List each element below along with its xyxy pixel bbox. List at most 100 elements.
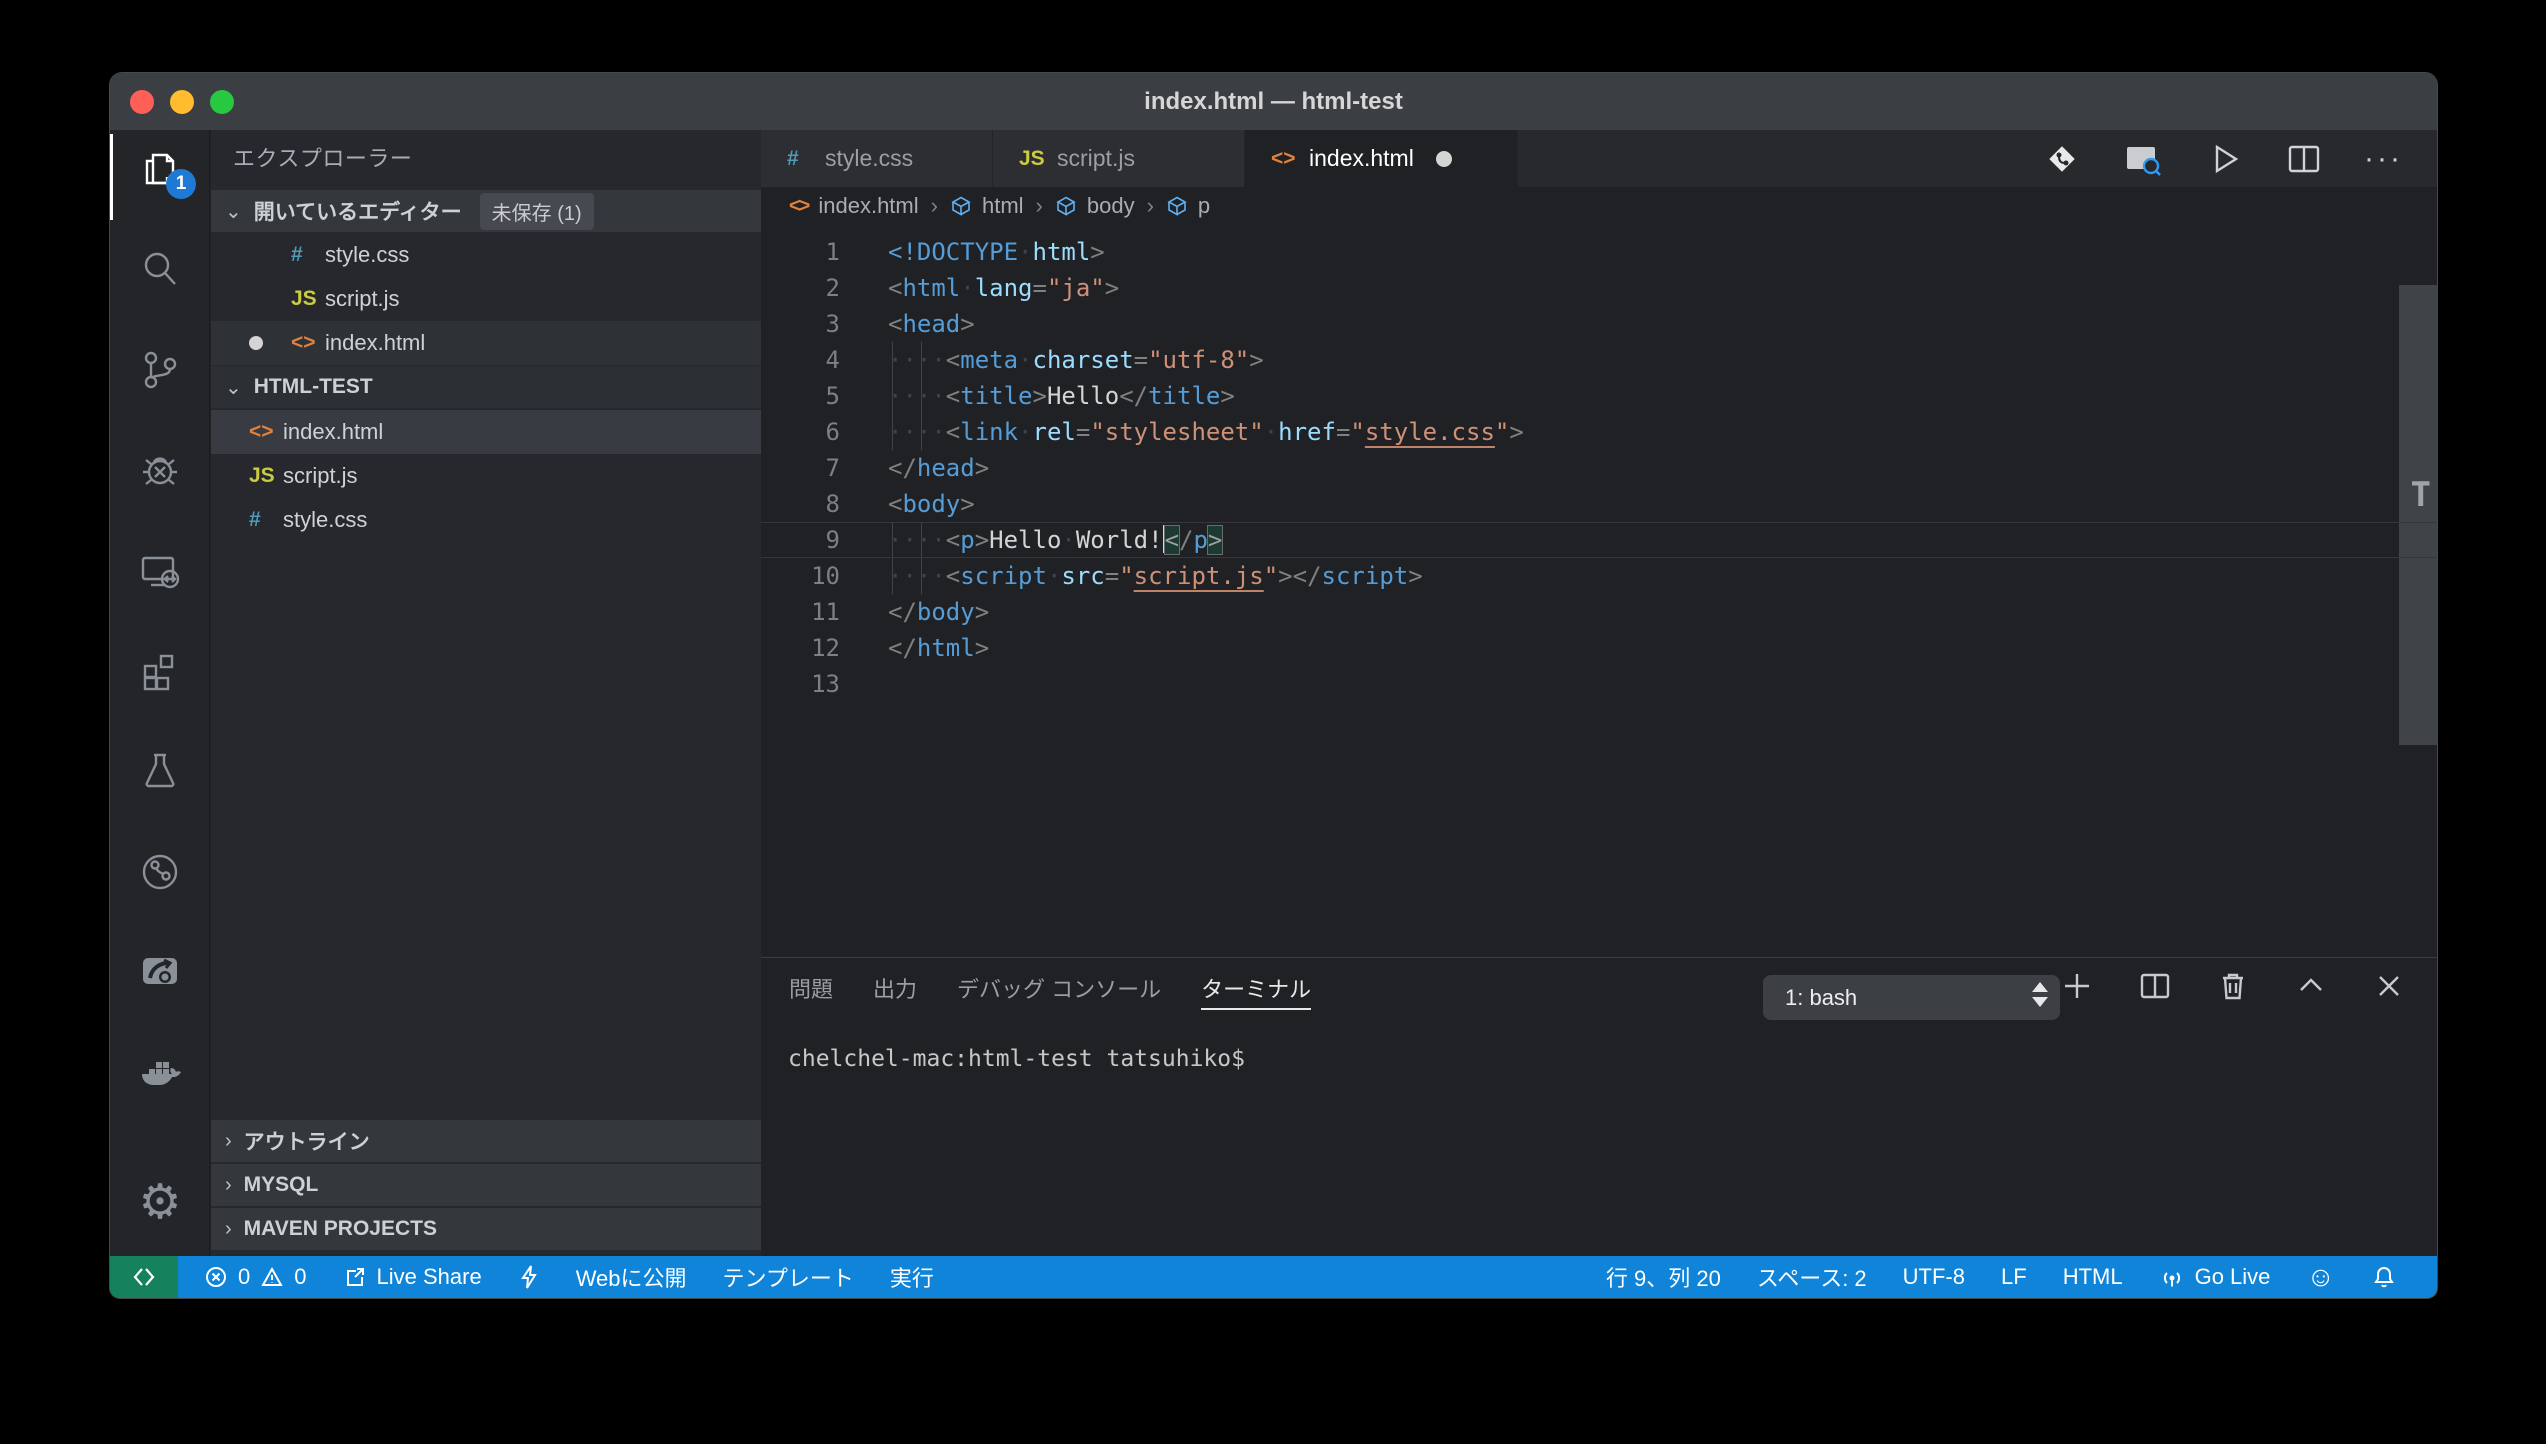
vscode-window: index.html — html-test 1 xyxy=(110,73,2437,1298)
problems-status[interactable]: 0 0 xyxy=(204,1264,307,1290)
breadcrumb-file[interactable]: <> index.html xyxy=(789,193,919,219)
chevron-down-icon: ⌄ xyxy=(225,199,242,224)
modified-dot-icon xyxy=(249,336,263,350)
panel-tab-problems[interactable]: 問題 xyxy=(789,958,833,1018)
terminal-output[interactable]: chelchel-mac:html-test tatsuhiko$ xyxy=(788,1046,1245,1072)
notifications-bell-icon[interactable] xyxy=(2371,1264,2397,1290)
search-icon[interactable] xyxy=(110,226,210,314)
file-item-index-html[interactable]: <> index.html xyxy=(211,410,761,454)
code-editor[interactable]: T 1<!DOCTYPE·html> 2<html·lang="ja"> 3<h… xyxy=(761,225,2437,905)
modified-dot-icon[interactable] xyxy=(1436,151,1452,167)
chevron-right-icon: › xyxy=(1036,193,1043,219)
cursor-position-status[interactable]: 行 9、列 20 xyxy=(1606,1261,1721,1293)
run-icon[interactable] xyxy=(2204,139,2244,179)
js-file-icon: JS xyxy=(1019,147,1057,171)
share-icon xyxy=(343,1265,367,1289)
css-file-icon: # xyxy=(787,147,825,171)
panel-actions xyxy=(2059,958,2407,1018)
css-file-icon: # xyxy=(291,243,325,267)
open-editor-item-style-css[interactable]: # style.css xyxy=(211,233,761,277)
source-control-icon[interactable] xyxy=(110,326,210,414)
live-share-status[interactable]: Live Share xyxy=(343,1264,482,1290)
js-file-icon: JS xyxy=(249,464,283,488)
folder-section-header[interactable]: ⌄ HTML-TEST xyxy=(211,366,761,408)
broadcast-icon xyxy=(2159,1264,2185,1290)
split-terminal-icon[interactable] xyxy=(2137,968,2173,1009)
select-stepper-icon xyxy=(2032,982,2048,1007)
run-status[interactable]: 実行 xyxy=(890,1261,934,1293)
publish-web-status[interactable]: Webに公開 xyxy=(576,1261,687,1293)
warning-icon xyxy=(260,1265,284,1289)
indentation-status[interactable]: スペース: 2 xyxy=(1757,1261,1867,1293)
maven-projects-section-header[interactable]: › MAVEN PROJECTS xyxy=(211,1208,761,1250)
activity-bar: 1 xyxy=(110,130,210,1256)
lightning-status[interactable] xyxy=(518,1264,540,1290)
panel-tab-bar: 問題 出力 デバッグ コンソール ターミナル xyxy=(789,958,1311,1018)
breadcrumb-html[interactable]: html xyxy=(950,193,1024,219)
tab-style-css[interactable]: # style.css xyxy=(761,130,993,187)
editor-actions: ··· xyxy=(2042,130,2437,187)
symbol-cube-icon xyxy=(1055,195,1077,217)
gitlens-icon[interactable] xyxy=(110,828,210,916)
close-window-button[interactable] xyxy=(130,90,154,114)
outline-section-header[interactable]: › アウトライン xyxy=(211,1120,761,1162)
explorer-sidebar: エクスプローラー ⌄ 開いているエディター 未保存 (1) # style.cs… xyxy=(211,130,761,1256)
open-editors-section-header[interactable]: ⌄ 開いているエディター 未保存 (1) xyxy=(211,190,761,232)
chevron-right-icon: › xyxy=(225,1218,232,1241)
kill-terminal-icon[interactable] xyxy=(2215,968,2251,1009)
breadcrumb-body[interactable]: body xyxy=(1055,193,1135,219)
css-file-icon: # xyxy=(249,508,283,532)
extensions-icon[interactable] xyxy=(110,628,210,716)
panel-tab-debug-console[interactable]: デバッグ コンソール xyxy=(957,958,1161,1018)
file-item-style-css[interactable]: # style.css xyxy=(211,498,761,542)
open-editor-item-index-html[interactable]: <> index.html xyxy=(211,321,761,365)
explorer-title: エクスプローラー xyxy=(233,130,412,184)
live-share-icon[interactable] xyxy=(110,927,210,1015)
chevron-right-icon: › xyxy=(225,1130,232,1153)
tab-script-js[interactable]: JS script.js xyxy=(993,130,1245,187)
settings-gear-icon[interactable]: ⚙ xyxy=(110,1159,210,1247)
maximize-panel-icon[interactable] xyxy=(2293,968,2329,1009)
eol-status[interactable]: LF xyxy=(2001,1264,2027,1290)
symbol-cube-icon xyxy=(1166,195,1188,217)
panel-tab-output[interactable]: 出力 xyxy=(873,958,917,1018)
breadcrumb-p[interactable]: p xyxy=(1166,193,1210,219)
remote-icon xyxy=(131,1264,157,1290)
language-mode-status[interactable]: HTML xyxy=(2063,1264,2123,1290)
panel-tab-terminal[interactable]: ターミナル xyxy=(1201,958,1311,1018)
git-compare-icon[interactable] xyxy=(2042,139,2082,179)
remote-indicator[interactable] xyxy=(110,1256,178,1298)
explorer-badge: 1 xyxy=(166,169,196,199)
symbol-cube-icon xyxy=(950,195,972,217)
terminal-select[interactable]: 1: bash xyxy=(1763,975,2060,1020)
testing-beaker-icon[interactable] xyxy=(110,727,210,815)
status-bar: 0 0 Live Share Webに公開 テンプレート 実行 行 9、列 20… xyxy=(110,1256,2437,1298)
open-editor-item-script-js[interactable]: JS script.js xyxy=(211,277,761,321)
docker-icon[interactable] xyxy=(110,1026,210,1114)
bell-icon xyxy=(2371,1264,2397,1290)
new-terminal-icon[interactable] xyxy=(2059,968,2095,1009)
html-file-icon: <> xyxy=(291,331,325,355)
close-panel-icon[interactable] xyxy=(2371,968,2407,1009)
chevron-right-icon: › xyxy=(225,1174,232,1197)
code-lines: 1<!DOCTYPE·html> 2<html·lang="ja"> 3<hea… xyxy=(761,234,2437,702)
split-editor-icon[interactable] xyxy=(2284,139,2324,179)
go-live-status[interactable]: Go Live xyxy=(2159,1264,2271,1290)
remote-explorer-icon[interactable] xyxy=(110,528,210,616)
breadcrumbs: <> index.html › html › body › p xyxy=(761,187,2437,225)
minimize-window-button[interactable] xyxy=(170,90,194,114)
file-item-script-js[interactable]: JS script.js xyxy=(211,454,761,498)
html-file-icon: <> xyxy=(249,420,283,444)
feedback-smiley-icon[interactable]: ☺ xyxy=(2306,1263,2335,1291)
explorer-icon[interactable]: 1 xyxy=(110,125,210,213)
debug-icon[interactable] xyxy=(110,427,210,515)
more-actions-icon[interactable]: ··· xyxy=(2364,142,2403,176)
html-tag-icon: <> xyxy=(789,195,808,218)
encoding-status[interactable]: UTF-8 xyxy=(1903,1264,1965,1290)
editor-tab-bar: # style.css JS script.js <> index.html xyxy=(761,130,2437,187)
mysql-section-header[interactable]: › MYSQL xyxy=(211,1164,761,1206)
zoom-window-button[interactable] xyxy=(210,90,234,114)
tab-index-html[interactable]: <> index.html xyxy=(1245,130,1518,187)
template-status[interactable]: テンプレート xyxy=(723,1261,854,1293)
open-preview-icon[interactable] xyxy=(2122,139,2164,179)
